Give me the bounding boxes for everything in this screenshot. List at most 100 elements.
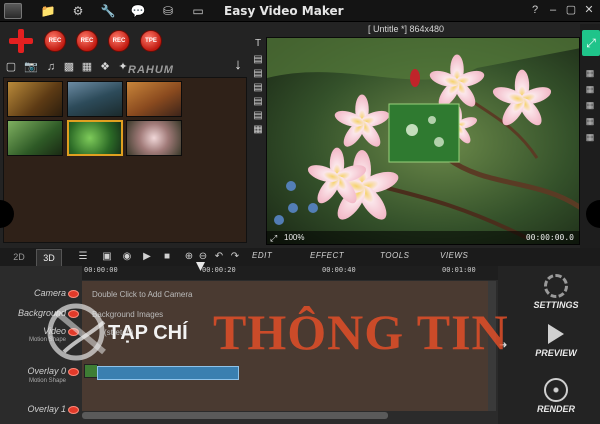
effect-menu[interactable]: EFFECT — [310, 251, 344, 260]
zoom-out-icon[interactable]: ⊖ — [196, 250, 210, 264]
track-overlay-0[interactable]: Overlay 0 Motion Shape — [0, 366, 82, 384]
preview-status-bar: ⤢ 100% 00:00:00.0 — [266, 231, 580, 245]
preview-button[interactable]: PREVIEW — [522, 322, 590, 358]
media-thumbnail[interactable] — [126, 81, 182, 117]
play-icon — [548, 324, 564, 344]
music-tab-icon[interactable]: ♫ — [44, 60, 58, 74]
download-arrow-icon[interactable]: ↓ — [231, 57, 245, 73]
eye-icon[interactable] — [68, 310, 79, 318]
brand-logo-text: RAHUM — [128, 64, 174, 76]
ruler-label: 00:00:20 — [202, 266, 236, 274]
eye-icon[interactable] — [68, 290, 79, 298]
minimize-button[interactable]: – — [546, 3, 560, 17]
camera-icon[interactable]: ▣ — [100, 250, 114, 264]
timeline-vertical-scrollbar[interactable] — [488, 281, 496, 411]
window-title: Easy Video Maker — [224, 4, 344, 18]
layer-icon[interactable]: ▤ — [252, 96, 264, 108]
timeline-ruler[interactable]: 00:00:00 00:00:20 00:00:40 00:01:00 — [82, 266, 498, 280]
database-icon[interactable]: ⛁ — [160, 3, 176, 19]
grid-icon[interactable]: ▦ — [584, 132, 596, 143]
film-reel-icon — [544, 378, 568, 402]
tools-menu[interactable]: TOOLS — [380, 251, 409, 260]
render-label: RENDER — [536, 404, 575, 414]
track-background[interactable]: Background — [0, 306, 82, 324]
overlay-clip-thumbnail[interactable] — [84, 364, 98, 378]
eye-icon[interactable] — [68, 406, 79, 414]
record-audio-button[interactable]: REC — [108, 30, 130, 52]
timeline-horizontal-scrollbar[interactable] — [82, 412, 388, 419]
preview-canvas[interactable] — [266, 37, 580, 245]
text-icon[interactable]: T — [252, 38, 264, 50]
media-thumbnail[interactable] — [7, 120, 63, 156]
redo-icon[interactable]: ↷ — [228, 250, 242, 264]
overlay-clip[interactable] — [97, 366, 239, 380]
timeline-toolbar — [0, 248, 600, 266]
track-hint: Double Click to Add Camera — [92, 290, 193, 299]
track-sublabel: Motion Shape — [28, 337, 66, 343]
track-overlay-1[interactable]: Overlay 1 — [0, 404, 82, 422]
grid-icon[interactable]: ▦ — [584, 100, 596, 111]
preview-label: PREVIEW — [535, 348, 577, 358]
image-tab-icon[interactable]: ▩ — [62, 60, 76, 74]
stop-icon[interactable]: ■ — [160, 250, 174, 264]
tab-3d[interactable]: 3D — [36, 249, 62, 266]
layer-icon[interactable]: ▤ — [252, 82, 264, 94]
picture-tab-icon[interactable]: ▦ — [80, 60, 94, 74]
record-screen-button[interactable]: REC — [44, 30, 66, 52]
add-media-button[interactable] — [8, 28, 34, 54]
undo-icon[interactable]: ↶ — [212, 250, 226, 264]
layer-icon[interactable]: ▤ — [252, 54, 264, 66]
camera-tab-icon[interactable]: 📷 — [24, 60, 38, 74]
comment-icon[interactable]: 💬 — [130, 3, 146, 19]
maximize-button[interactable]: ▢ — [564, 3, 578, 17]
folder-icon[interactable]: 📁 — [40, 3, 56, 19]
tab-2d[interactable]: 2D — [6, 249, 32, 266]
settings-button[interactable]: SETTINGS — [522, 274, 590, 310]
track-hint: Background Images — [92, 310, 164, 319]
expand-icon[interactable]: ⤢ — [582, 30, 600, 56]
edit-menu[interactable]: EDIT — [252, 251, 272, 260]
grid-icon[interactable]: ▦ — [252, 124, 264, 136]
app-logo-icon — [4, 3, 22, 19]
wrench-icon[interactable]: 🔧 — [100, 3, 116, 19]
fullscreen-icon[interactable]: ⤢ — [270, 233, 280, 243]
track-camera[interactable]: Camera — [0, 286, 82, 304]
zoom-level: 100% — [284, 233, 305, 242]
record-tape-button[interactable]: TPE — [140, 30, 162, 52]
play-icon[interactable]: ▶ — [140, 250, 154, 264]
close-button[interactable]: ✕ — [582, 3, 596, 17]
eye-icon[interactable] — [68, 328, 79, 336]
gear-icon[interactable]: ⚙ — [70, 3, 86, 19]
track-video[interactable]: Video Motion Shape — [0, 326, 82, 344]
help-button[interactable]: ? — [528, 3, 542, 17]
track-hint: (stretch) — [104, 328, 134, 337]
video-tab-icon[interactable]: ▢ — [4, 60, 18, 74]
settings-label: SETTINGS — [533, 300, 579, 310]
media-thumbnail[interactable] — [67, 81, 123, 117]
media-thumbnail[interactable] — [7, 81, 63, 117]
grid-icon[interactable]: ▦ — [584, 116, 596, 127]
views-menu[interactable]: VIEWS — [440, 251, 468, 260]
track-label: Background — [17, 308, 66, 318]
effect-tab-icon[interactable]: ❖ — [98, 60, 112, 74]
preview-image — [267, 38, 579, 244]
track-area[interactable] — [82, 281, 488, 411]
media-tab-bar: ▢ 📷 ♫ ▩ ▦ ❖ ✦ — [0, 58, 248, 76]
collapse-arrow-icon[interactable]: ➜ — [499, 340, 507, 351]
record-webcam-button[interactable]: REC — [76, 30, 98, 52]
exit-icon[interactable]: ▭ — [190, 3, 206, 19]
preview-time: 00:00:00.0 — [525, 233, 574, 242]
title-bar: 📁 ⚙ 🔧 💬 ⛁ ▭ Easy Video Maker ? – ▢ ✕ — [0, 0, 600, 22]
media-thumbnail[interactable] — [126, 120, 182, 156]
media-thumbnail-selected[interactable] — [67, 120, 123, 156]
list-icon[interactable]: ☰ — [76, 250, 90, 264]
grid-icon[interactable]: ▦ — [584, 68, 596, 79]
track-sublabel: Motion Shape — [28, 378, 66, 384]
zoom-in-icon[interactable]: ⊕ — [182, 250, 196, 264]
record-icon[interactable]: ◉ — [120, 250, 134, 264]
grid-icon[interactable]: ▦ — [584, 84, 596, 95]
layer-icon[interactable]: ▤ — [252, 110, 264, 122]
render-button[interactable]: RENDER — [522, 378, 590, 414]
eye-icon[interactable] — [68, 368, 79, 376]
layer-icon[interactable]: ▤ — [252, 68, 264, 80]
